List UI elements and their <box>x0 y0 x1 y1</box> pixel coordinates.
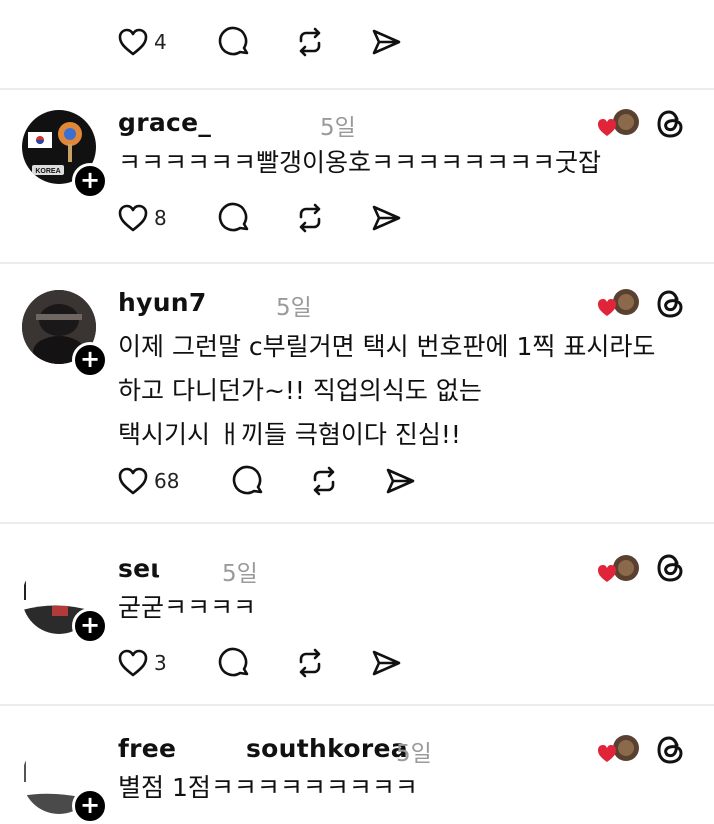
repost-icon <box>299 203 321 233</box>
share-icon <box>372 650 401 676</box>
comment-line: 이제 그런말 c부릴거면 택시 번호판에 1찍 표시라도 <box>118 332 656 361</box>
comment-button[interactable] <box>218 643 250 683</box>
like-button[interactable]: 68 <box>118 461 179 501</box>
comment-icon <box>232 465 263 495</box>
share-button[interactable] <box>370 22 402 62</box>
threads-icon[interactable] <box>652 106 688 142</box>
like-count: 68 <box>154 469 180 493</box>
repost-button[interactable] <box>308 461 340 501</box>
action-row: 3 <box>0 643 714 683</box>
comment-text: 별점 1점ㅋㅋㅋㅋㅋㅋㅋㅋㅋ <box>118 768 418 808</box>
comment-button[interactable] <box>218 198 250 238</box>
like-button[interactable]: 8 <box>118 198 167 238</box>
comment-icon <box>218 26 249 56</box>
timestamp: 5일 <box>320 115 356 141</box>
heart-icon <box>598 119 616 136</box>
plus-icon: + <box>79 611 101 639</box>
heart-icon <box>598 745 616 762</box>
divider <box>0 262 714 264</box>
liked-by-author-badge <box>596 284 652 324</box>
timestamp: 5일 <box>396 741 432 767</box>
like-count: 3 <box>154 651 167 675</box>
username[interactable]: hyun7 <box>118 288 207 317</box>
follow-button[interactable]: + <box>72 342 108 378</box>
share-icon <box>386 468 415 494</box>
top-action-row: 4 <box>0 22 714 62</box>
threads-icon[interactable] <box>652 286 688 322</box>
avatar-label: KOREA <box>35 168 60 175</box>
follow-button[interactable]: + <box>72 163 108 199</box>
like-button[interactable]: 4 <box>118 22 167 62</box>
username[interactable]: grace_ <box>118 108 211 137</box>
timestamp: 5일 <box>222 561 258 587</box>
repost-button[interactable] <box>294 22 326 62</box>
comment-text: 이제 그런말 c부릴거면 택시 번호판에 1찍 표시라도 하고 다니던가~!! … <box>118 325 655 457</box>
heart-icon <box>118 467 148 495</box>
heart-icon <box>598 299 616 316</box>
heart-icon <box>118 649 148 677</box>
comment-line: 택시기시 ㅐ끼들 극혐이다 진심!! <box>118 420 461 449</box>
follow-button[interactable]: + <box>72 788 108 824</box>
heart-icon <box>118 204 148 232</box>
threads-icon[interactable] <box>652 732 688 768</box>
heart-icon <box>118 28 148 56</box>
liked-by-author-badge <box>596 104 652 144</box>
comment-icon <box>218 647 249 677</box>
plus-icon: + <box>79 791 101 819</box>
share-icon <box>372 205 401 231</box>
plus-icon: + <box>79 166 101 194</box>
divider <box>0 522 714 524</box>
comment-line: 하고 다니던가~!! 직업의식도 없는 <box>118 376 482 405</box>
repost-icon <box>313 466 335 496</box>
comment-button[interactable] <box>218 22 250 62</box>
comment-line: ㅋㅋㅋㅋㅋㅋ빨갱이옹호ㅋㅋㅋㅋㅋㅋㅋㅋ굿잡 <box>118 148 602 177</box>
divider <box>0 88 714 90</box>
action-row: 68 <box>0 461 714 501</box>
share-button[interactable] <box>370 643 402 683</box>
like-count: 8 <box>154 206 167 230</box>
username-part[interactable]: southkorea <box>246 734 408 763</box>
share-button[interactable] <box>384 461 416 501</box>
liked-by-author-badge <box>596 550 652 590</box>
repost-icon <box>299 648 321 678</box>
threads-icon[interactable] <box>652 550 688 586</box>
like-button[interactable]: 3 <box>118 643 167 683</box>
username-part[interactable]: free <box>118 734 176 763</box>
divider <box>0 704 714 706</box>
share-button[interactable] <box>370 198 402 238</box>
comment-button[interactable] <box>232 461 264 501</box>
repost-button[interactable] <box>294 198 326 238</box>
username[interactable]: seι <box>118 554 160 583</box>
comment-line: 굳굳ㅋㅋㅋㅋ <box>118 593 257 622</box>
comment-text: 굳굳ㅋㅋㅋㅋ <box>118 588 256 628</box>
follow-button[interactable]: + <box>72 608 108 644</box>
action-row: 8 <box>0 198 714 238</box>
repost-icon <box>299 27 321 57</box>
comment-icon <box>218 202 249 232</box>
repost-button[interactable] <box>294 643 326 683</box>
plus-icon: + <box>79 345 101 373</box>
comment-line: 별점 1점ㅋㅋㅋㅋㅋㅋㅋㅋㅋ <box>118 773 418 802</box>
heart-icon <box>598 565 616 582</box>
liked-by-author-badge <box>596 730 652 770</box>
comment-text: ㅋㅋㅋㅋㅋㅋ빨갱이옹호ㅋㅋㅋㅋㅋㅋㅋㅋ굿잡 <box>118 143 601 183</box>
timestamp: 5일 <box>276 295 312 321</box>
share-icon <box>372 29 401 55</box>
like-count: 4 <box>154 30 167 54</box>
